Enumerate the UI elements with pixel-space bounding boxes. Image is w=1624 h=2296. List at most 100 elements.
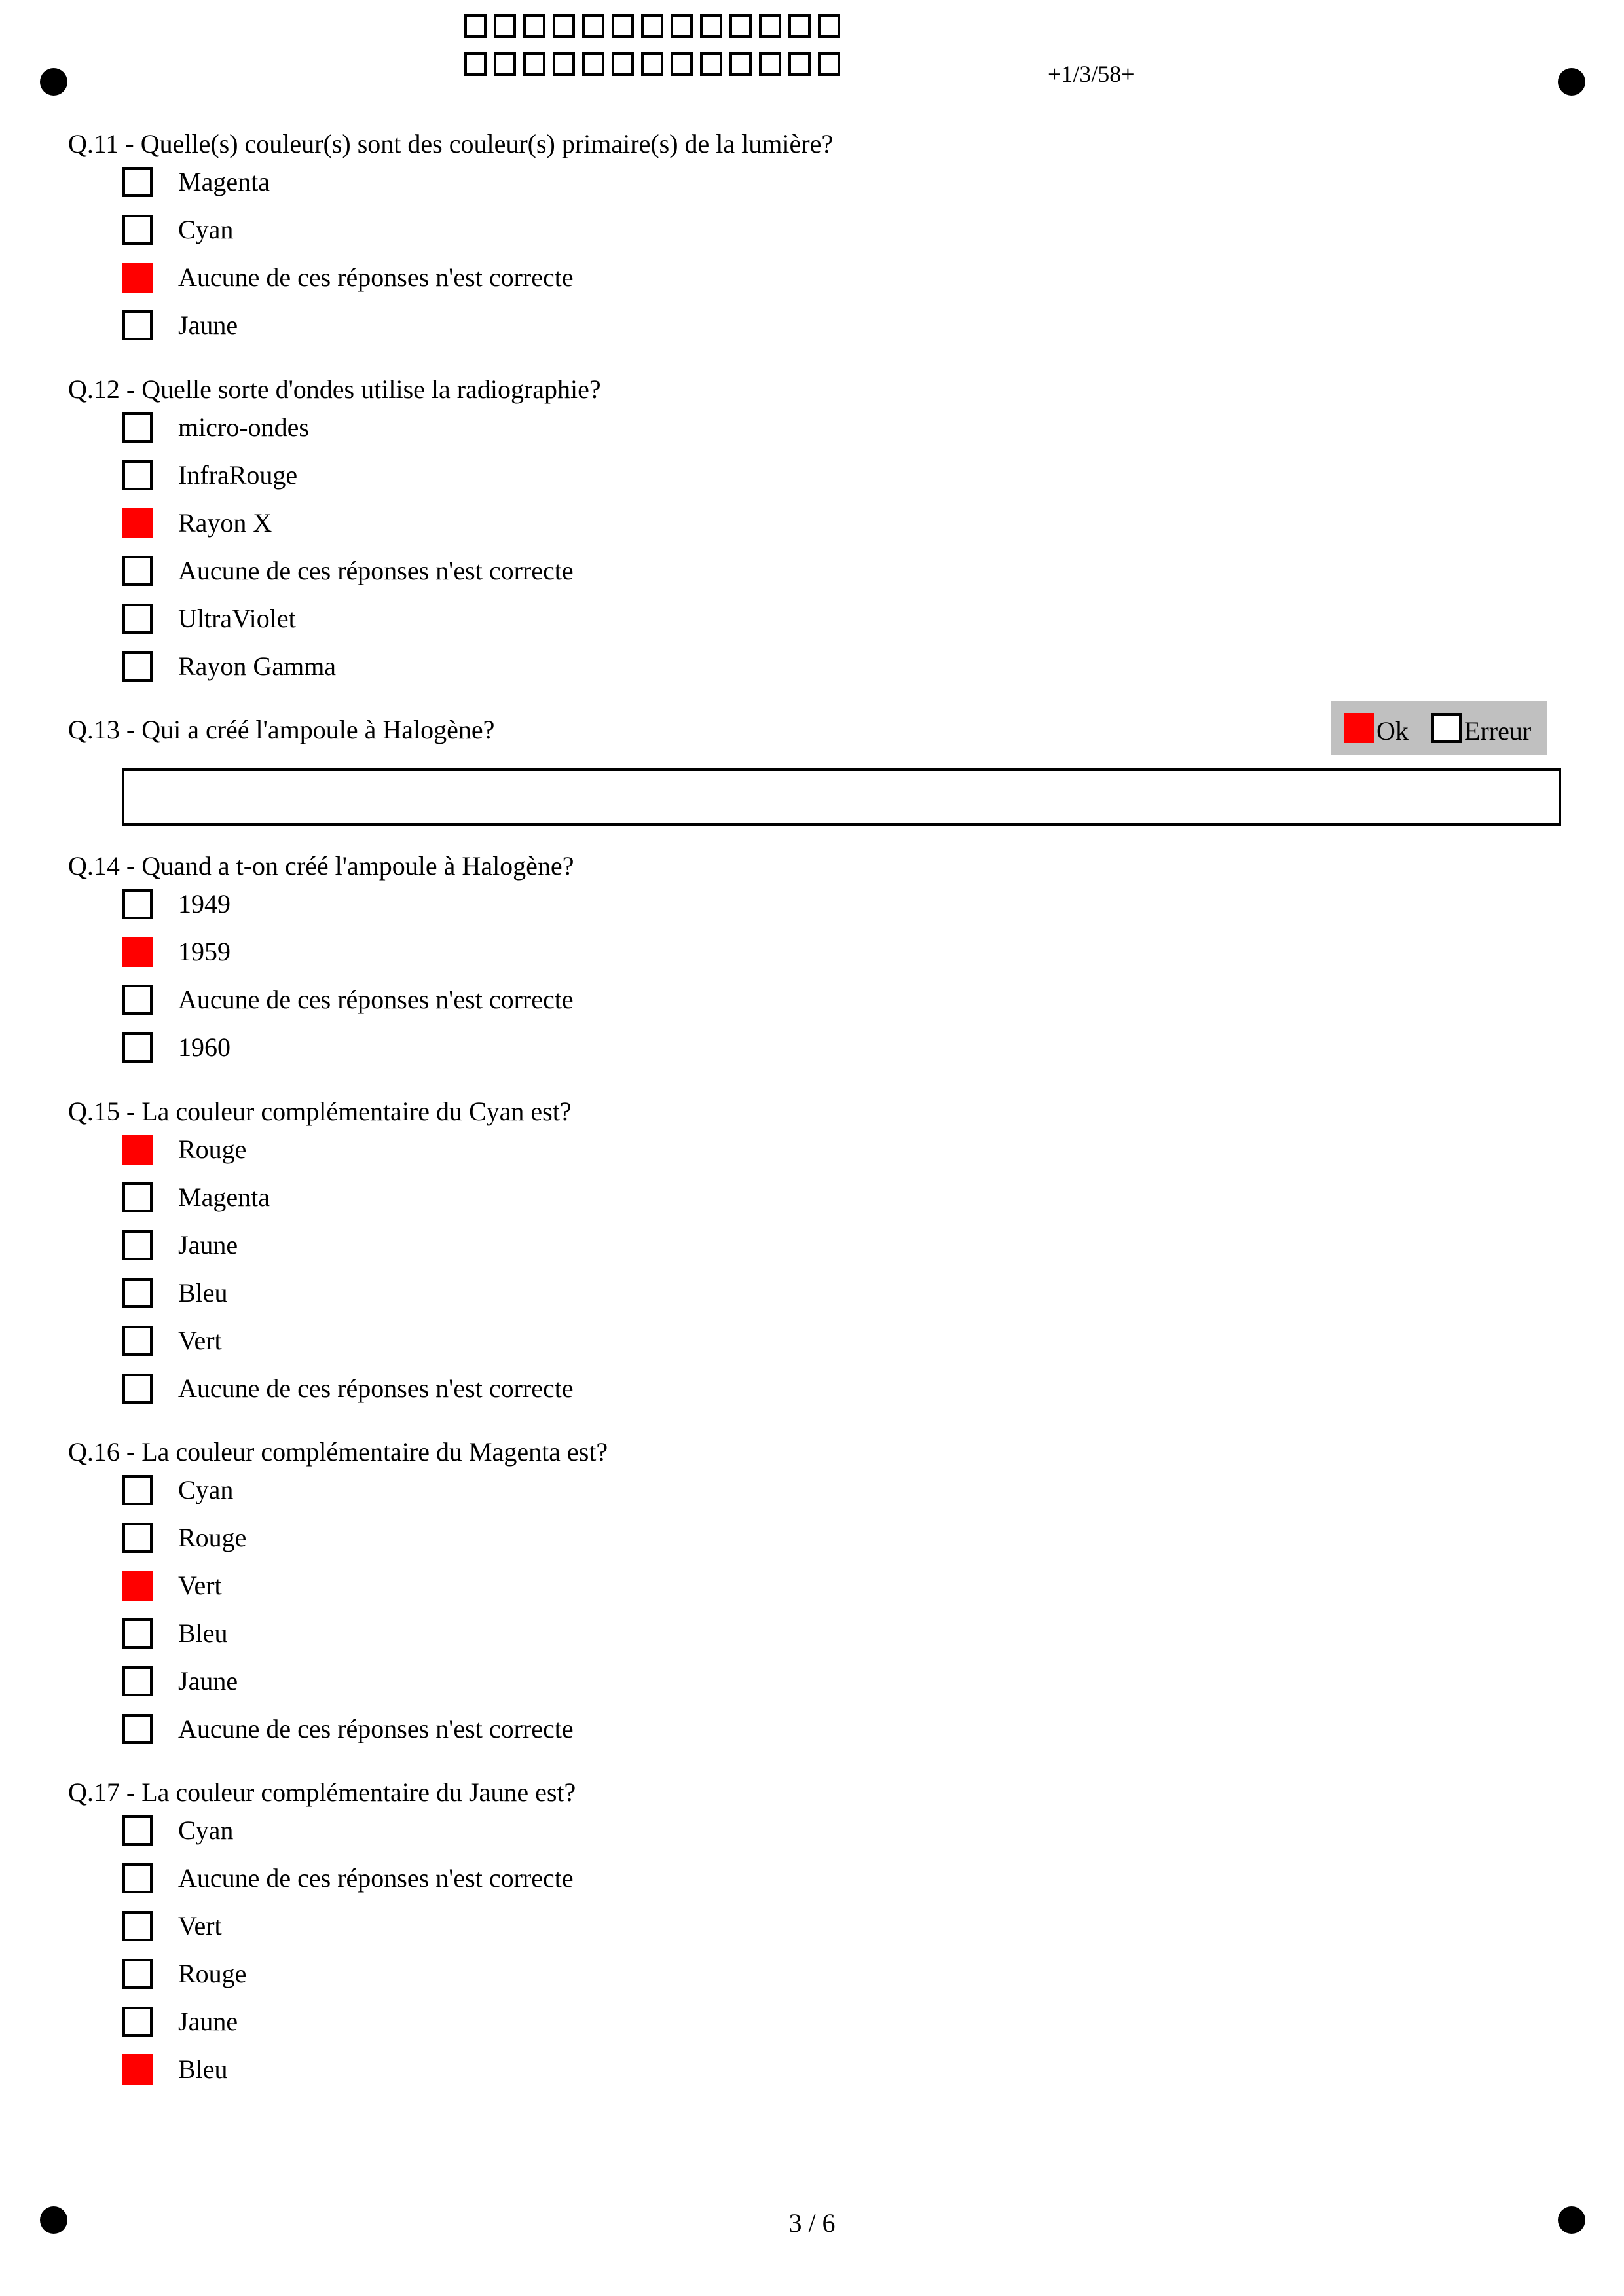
answer-choice[interactable]: Bleu — [68, 1275, 572, 1322]
id-digit-box[interactable] — [759, 14, 781, 38]
id-digit-box[interactable] — [494, 14, 516, 38]
answer-choice[interactable]: 1960 — [68, 1029, 574, 1077]
id-digit-box[interactable] — [553, 52, 575, 76]
checkbox[interactable] — [122, 1374, 153, 1404]
checkbox[interactable] — [122, 604, 153, 634]
id-digit-box[interactable] — [464, 52, 487, 76]
checkbox[interactable] — [122, 556, 153, 586]
answer-choice[interactable]: Cyan — [68, 1812, 576, 1860]
id-digit-box[interactable] — [788, 52, 811, 76]
checkbox[interactable] — [122, 412, 153, 443]
checkbox[interactable] — [122, 2007, 153, 2037]
id-digit-box[interactable] — [641, 52, 663, 76]
error-checkbox[interactable] — [1431, 713, 1462, 743]
answer-choice[interactable]: Aucune de ces réponses n'est correcte — [68, 1370, 574, 1418]
checked-checkbox[interactable] — [122, 2054, 153, 2085]
choice-label: InfraRouge — [178, 460, 298, 490]
id-digit-box[interactable] — [612, 14, 634, 38]
answer-choice[interactable]: Jaune — [68, 1663, 608, 1711]
checked-checkbox[interactable] — [122, 1571, 153, 1601]
checkbox[interactable] — [122, 1911, 153, 1941]
answer-choice[interactable]: Rouge — [68, 1131, 572, 1179]
checkbox[interactable] — [122, 1230, 153, 1260]
answer-choice[interactable]: micro-ondes — [68, 409, 601, 457]
answer-choice[interactable]: Vert — [68, 1908, 576, 1956]
open-answer-field[interactable] — [122, 768, 1561, 826]
answer-choice[interactable]: Jaune — [68, 307, 833, 355]
checkbox[interactable] — [122, 651, 153, 682]
checkbox[interactable] — [122, 310, 153, 340]
checked-checkbox[interactable] — [122, 508, 153, 538]
answer-choice[interactable]: Vert — [68, 1322, 572, 1370]
id-digit-box[interactable] — [523, 52, 545, 76]
checkbox[interactable] — [122, 1815, 153, 1846]
answer-choice[interactable]: Rayon Gamma — [68, 648, 601, 696]
id-digit-box[interactable] — [729, 14, 752, 38]
id-digit-box[interactable] — [523, 14, 545, 38]
id-digit-box[interactable] — [464, 14, 487, 38]
question-title: Q.14 - Quand a t-on créé l'ampoule à Hal… — [68, 851, 574, 881]
id-digit-box[interactable] — [818, 14, 840, 38]
checkbox[interactable] — [122, 1959, 153, 1989]
id-digit-box[interactable] — [700, 14, 722, 38]
id-digit-box[interactable] — [553, 14, 575, 38]
answer-choice[interactable]: Aucune de ces réponses n'est correcte — [68, 1860, 576, 1908]
answer-choice[interactable]: InfraRouge — [68, 457, 601, 505]
answer-choice[interactable]: Vert — [68, 1567, 608, 1615]
checkbox[interactable] — [122, 460, 153, 490]
checkbox[interactable] — [122, 167, 153, 197]
id-digit-box[interactable] — [582, 14, 604, 38]
answer-choice[interactable]: Rouge — [68, 1956, 576, 2003]
checked-checkbox[interactable] — [122, 263, 153, 293]
answer-choice[interactable]: Magenta — [68, 1179, 572, 1227]
choice-label: 1960 — [178, 1032, 231, 1062]
checkbox[interactable] — [122, 215, 153, 245]
answer-choice[interactable]: Bleu — [68, 2051, 576, 2099]
answer-choice[interactable]: Cyan — [68, 211, 833, 259]
id-digit-box[interactable] — [788, 14, 811, 38]
choice-label: Jaune — [178, 1230, 238, 1260]
id-digit-box[interactable] — [818, 52, 840, 76]
question-title: Q.12 - Quelle sorte d'ondes utilise la r… — [68, 374, 601, 404]
id-digit-box[interactable] — [729, 52, 752, 76]
answer-choice[interactable]: Cyan — [68, 1472, 608, 1520]
id-digit-box[interactable] — [494, 52, 516, 76]
answer-choice[interactable]: Jaune — [68, 2003, 576, 2051]
checked-checkbox[interactable] — [122, 1135, 153, 1165]
checkbox[interactable] — [122, 1523, 153, 1553]
answer-choice[interactable]: Aucune de ces réponses n'est correcte — [68, 1711, 608, 1758]
answer-choice[interactable]: Jaune — [68, 1227, 572, 1275]
checked-checkbox[interactable] — [122, 937, 153, 967]
id-digit-box[interactable] — [759, 52, 781, 76]
checkbox[interactable] — [122, 1863, 153, 1893]
checkbox[interactable] — [122, 1618, 153, 1649]
id-digit-box[interactable] — [671, 14, 693, 38]
checkbox[interactable] — [122, 1032, 153, 1063]
choice-label: Jaune — [178, 1666, 238, 1696]
answer-choice[interactable]: Bleu — [68, 1615, 608, 1663]
answer-choice[interactable]: Aucune de ces réponses n'est correcte — [68, 259, 833, 307]
checkbox[interactable] — [122, 889, 153, 919]
answer-choice[interactable]: Magenta — [68, 164, 833, 211]
checkbox[interactable] — [122, 1182, 153, 1212]
answer-choice[interactable]: Rouge — [68, 1520, 608, 1567]
answer-choice[interactable]: 1949 — [68, 886, 574, 934]
id-digit-box[interactable] — [641, 14, 663, 38]
checkbox[interactable] — [122, 1278, 153, 1308]
checkbox[interactable] — [122, 1714, 153, 1744]
answer-choice[interactable]: UltraViolet — [68, 600, 601, 648]
checkbox[interactable] — [122, 985, 153, 1015]
id-digit-box[interactable] — [671, 52, 693, 76]
checkbox[interactable] — [122, 1666, 153, 1696]
checkbox[interactable] — [122, 1475, 153, 1505]
answer-choice[interactable]: 1959 — [68, 934, 574, 981]
ok-checkbox[interactable] — [1344, 713, 1374, 743]
id-digit-box[interactable] — [700, 52, 722, 76]
id-digit-box[interactable] — [582, 52, 604, 76]
answer-choice[interactable]: Aucune de ces réponses n'est correcte — [68, 553, 601, 600]
id-digit-box[interactable] — [612, 52, 634, 76]
choice-label: 1959 — [178, 937, 231, 966]
answer-choice[interactable]: Aucune de ces réponses n'est correcte — [68, 981, 574, 1029]
checkbox[interactable] — [122, 1326, 153, 1356]
answer-choice[interactable]: Rayon X — [68, 505, 601, 553]
